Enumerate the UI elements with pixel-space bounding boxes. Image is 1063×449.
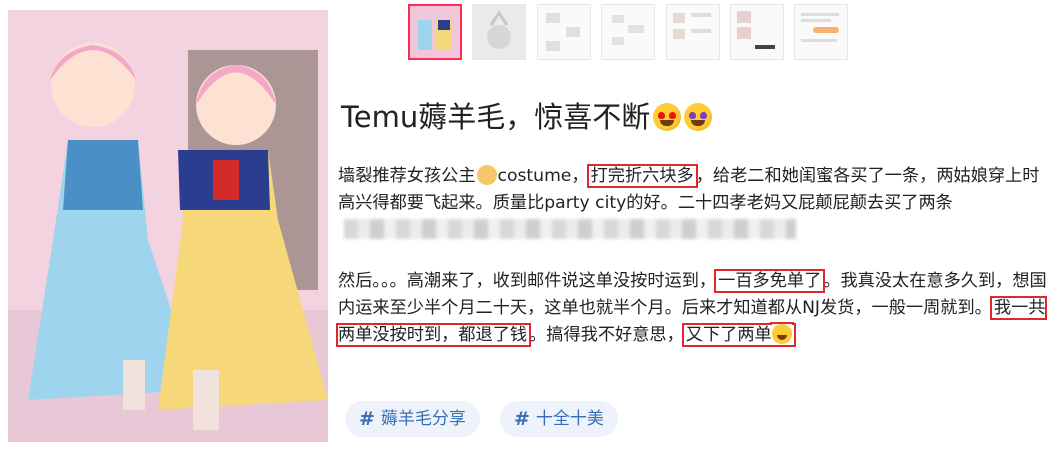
hashtag-icon: # [514,408,530,430]
highlight-discount: 打完折六块多 [586,164,698,188]
thumbnail-2[interactable] [472,4,526,60]
star-eyes-emoji-icon [684,103,713,131]
post-title: Temu薅羊毛，惊喜不断 [341,98,713,136]
thumbnail-4[interactable] [601,4,655,60]
hashtag-label: 薅羊毛分享 [380,409,466,429]
post-paragraph-2: 然后。。。高潮来了，收到邮件说这单没按时运到， 一百多免单了 。我真没太在意多久到，… [335,268,1050,349]
post-title-text: Temu薅羊毛，惊喜不断 [341,100,651,134]
hashtag-label: 十全十美 [535,409,604,429]
hashtag-chip-2[interactable]: # 十全十美 [500,401,618,437]
thumbnail-3[interactable] [537,4,591,60]
highlight-free-order: 一百多免单了 [714,269,826,293]
post-photo[interactable] [8,10,328,442]
princess-emoji-icon [476,165,497,185]
highlight-reorder-text: 又下了两单 [685,325,772,345]
laughing-emoji-icon [771,324,792,344]
p1-text-a: 墙裂推荐女孩公主 [338,166,476,186]
thumbnail-5[interactable] [666,4,720,60]
post-paragraph-1: 墙裂推荐女孩公主 costume， 打完折六块多 ，给老二和她闺蜜各买了一条，两姑娘穿… [338,163,1050,244]
p1-text-b: costume， [497,166,589,186]
highlight-reorder: 又下了两单 [681,323,796,347]
blurred-image-strip [344,219,796,239]
thumbnail-7[interactable] [794,4,848,60]
p2-text-a: 然后。。。高潮来了，收到邮件说这单没按时运到， [338,271,717,291]
thumbnail-6[interactable] [730,4,784,60]
thumbnail-1[interactable] [408,4,462,60]
hashtag-icon: # [359,408,375,430]
heart-eyes-emoji-icon [653,103,682,131]
p2-text-c: 。搞得我不好意思， [529,325,684,345]
hashtag-chip-1[interactable]: # 薅羊毛分享 [345,401,480,437]
